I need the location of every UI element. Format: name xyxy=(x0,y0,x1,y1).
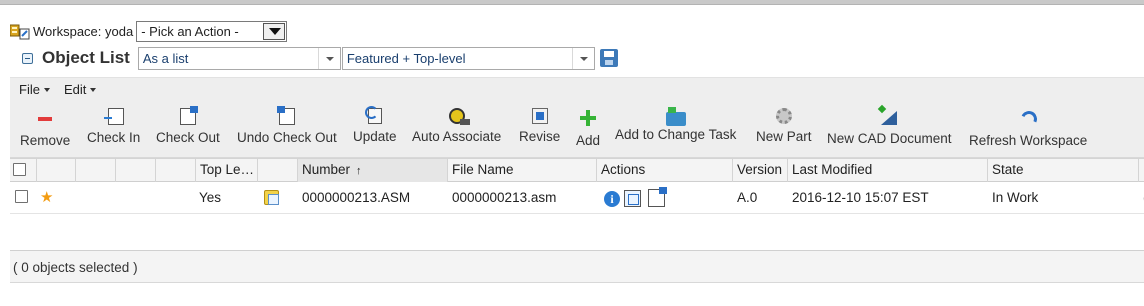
table-header: Top Le… Number ↑ File Name Actions Versio… xyxy=(10,158,1144,182)
top-border xyxy=(0,0,1144,5)
check-out-button[interactable]: Check Out xyxy=(156,106,220,154)
refresh-workspace-label: Refresh Workspace xyxy=(969,133,1088,148)
check-in-button[interactable]: Check In xyxy=(87,108,140,154)
header-number[interactable]: Number ↑ xyxy=(298,159,448,182)
refresh-workspace-button[interactable]: Refresh Workspace xyxy=(969,108,1087,154)
check-in-icon xyxy=(103,108,124,125)
selection-status: ( 0 objects selected ) xyxy=(13,260,138,275)
view-select-value: As a list xyxy=(142,50,189,66)
undo-check-out-icon xyxy=(276,106,295,125)
check-out-label: Check Out xyxy=(156,130,220,145)
cell-last-modified: 2016-12-10 15:07 EST xyxy=(792,190,929,205)
header-overflow[interactable]: N xyxy=(1139,159,1144,182)
save-icon[interactable] xyxy=(599,49,618,67)
selection-status-bar: ( 0 objects selected ) xyxy=(10,250,1144,283)
undo-check-out-label: Undo Check Out xyxy=(237,130,337,145)
header-type xyxy=(258,159,298,182)
menu-bar: File Edit xyxy=(10,77,1144,101)
header-state[interactable]: State xyxy=(988,159,1139,182)
object-table: Top Le… Number ↑ File Name Actions Versio… xyxy=(10,158,1144,214)
add-to-change-task-icon xyxy=(665,107,686,126)
new-part-label: New Part xyxy=(756,129,812,144)
chevron-down-icon[interactable] xyxy=(317,47,340,69)
chevron-down-icon[interactable] xyxy=(263,23,286,40)
new-part-icon xyxy=(775,108,792,124)
chevron-down-icon[interactable] xyxy=(571,47,594,69)
header-actions: Actions xyxy=(597,159,733,182)
menu-file[interactable]: File xyxy=(19,82,50,97)
new-cad-document-label: New CAD Document xyxy=(827,131,952,146)
menu-edit[interactable]: Edit xyxy=(64,82,97,97)
action-select[interactable]: - Pick an Action - xyxy=(136,21,288,42)
object-list-header: Object List As a list Featured + Top-lev… xyxy=(22,45,618,71)
new-cad-document-button[interactable]: New CAD Document xyxy=(827,108,952,154)
workspace-bar: Workspace: yoda - Pick an Action - xyxy=(9,21,288,42)
add-to-change-task-label: Add to Change Task xyxy=(615,127,737,142)
header-last-modified[interactable]: Last Modified xyxy=(788,159,988,182)
header-col-1 xyxy=(37,159,76,182)
header-file-name[interactable]: File Name xyxy=(448,159,597,182)
update-label: Update xyxy=(353,129,397,144)
remove-icon xyxy=(35,108,55,128)
header-top-level[interactable]: Top Le… xyxy=(196,159,258,182)
workspace-label: Workspace: yoda xyxy=(33,24,134,39)
filter-select[interactable]: Featured + Top-level xyxy=(341,46,595,70)
check-out-action-icon[interactable] xyxy=(648,187,667,207)
header-col-3 xyxy=(116,159,156,182)
action-toolbar: Remove Check In Check Out Undo Check Out… xyxy=(10,101,1144,158)
remove-label: Remove xyxy=(20,133,71,148)
view-details-icon[interactable] xyxy=(624,190,641,207)
add-label: Add xyxy=(576,133,601,148)
add-to-change-task-button[interactable]: Add to Change Task xyxy=(615,107,737,154)
new-cad-document-icon xyxy=(879,108,899,126)
refresh-icon xyxy=(1018,108,1038,128)
table-empty-area xyxy=(10,215,1144,249)
header-version[interactable]: Version xyxy=(733,159,788,182)
revise-label: Revise xyxy=(519,129,561,144)
remove-button[interactable]: Remove xyxy=(20,108,70,154)
collapse-icon[interactable] xyxy=(22,52,33,64)
workspace-icon xyxy=(9,24,30,40)
cell-file-name: 0000000213.asm xyxy=(452,190,557,205)
action-select-value: - Pick an Action - xyxy=(141,24,239,39)
header-col-2 xyxy=(76,159,116,182)
sort-ascending-icon: ↑ xyxy=(356,165,362,177)
check-in-label: Check In xyxy=(87,130,141,145)
auto-associate-icon xyxy=(448,108,470,125)
filter-select-value: Featured + Top-level xyxy=(346,50,466,66)
assembly-icon xyxy=(264,190,279,205)
revise-icon xyxy=(531,108,548,124)
header-select-all xyxy=(10,159,37,182)
table-row[interactable]: ★ Yes 0000000213.ASM 0000000213.asm i A.… xyxy=(10,182,1144,214)
add-icon xyxy=(578,108,598,128)
cell-state: In Work xyxy=(992,190,1039,205)
select-all-checkbox[interactable] xyxy=(13,163,26,176)
undo-check-out-button[interactable]: Undo Check Out xyxy=(237,106,337,154)
object-list-title: Object List xyxy=(42,48,130,67)
star-icon: ★ xyxy=(40,189,54,206)
cell-top-level: Yes xyxy=(199,190,222,205)
revise-button[interactable]: Revise xyxy=(519,108,560,154)
header-col-4 xyxy=(156,159,196,182)
header-number-label: Number xyxy=(302,162,351,177)
new-part-button[interactable]: New Part xyxy=(756,108,812,154)
update-icon xyxy=(364,106,382,124)
row-checkbox[interactable] xyxy=(15,190,28,203)
info-icon[interactable]: i xyxy=(604,191,620,207)
add-button[interactable]: Add xyxy=(576,108,600,154)
auto-associate-label: Auto Associate xyxy=(412,129,502,144)
auto-associate-button[interactable]: Auto Associate xyxy=(412,108,501,154)
check-out-icon xyxy=(179,106,198,125)
update-button[interactable]: Update xyxy=(353,106,397,154)
view-select[interactable]: As a list xyxy=(137,46,341,70)
cell-overflow: ( xyxy=(1139,182,1144,213)
cell-number[interactable]: 0000000213.ASM xyxy=(298,182,448,213)
cell-version: A.0 xyxy=(737,190,758,205)
